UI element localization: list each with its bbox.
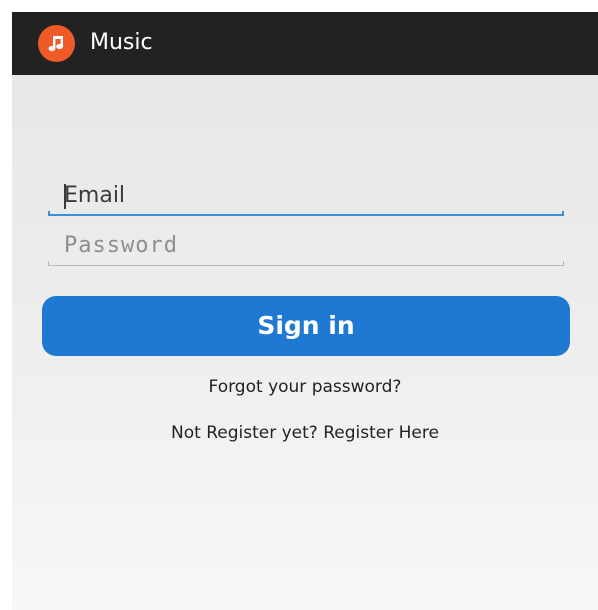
app-title: Music [90,30,153,55]
app-screen: Music Email Password Sign in Forgot your… [12,12,598,610]
email-input-text[interactable]: Email [64,183,125,209]
email-field[interactable]: Email [48,174,564,218]
register-link[interactable]: Not Register yet? Register Here [12,422,598,444]
password-placeholder[interactable]: Password [64,233,178,259]
action-bar: Music [12,12,598,75]
forgot-password-link[interactable]: Forgot your password? [12,376,598,398]
sign-in-button[interactable]: Sign in [42,296,570,356]
music-note-icon [38,25,75,62]
password-field[interactable]: Password [48,224,564,268]
